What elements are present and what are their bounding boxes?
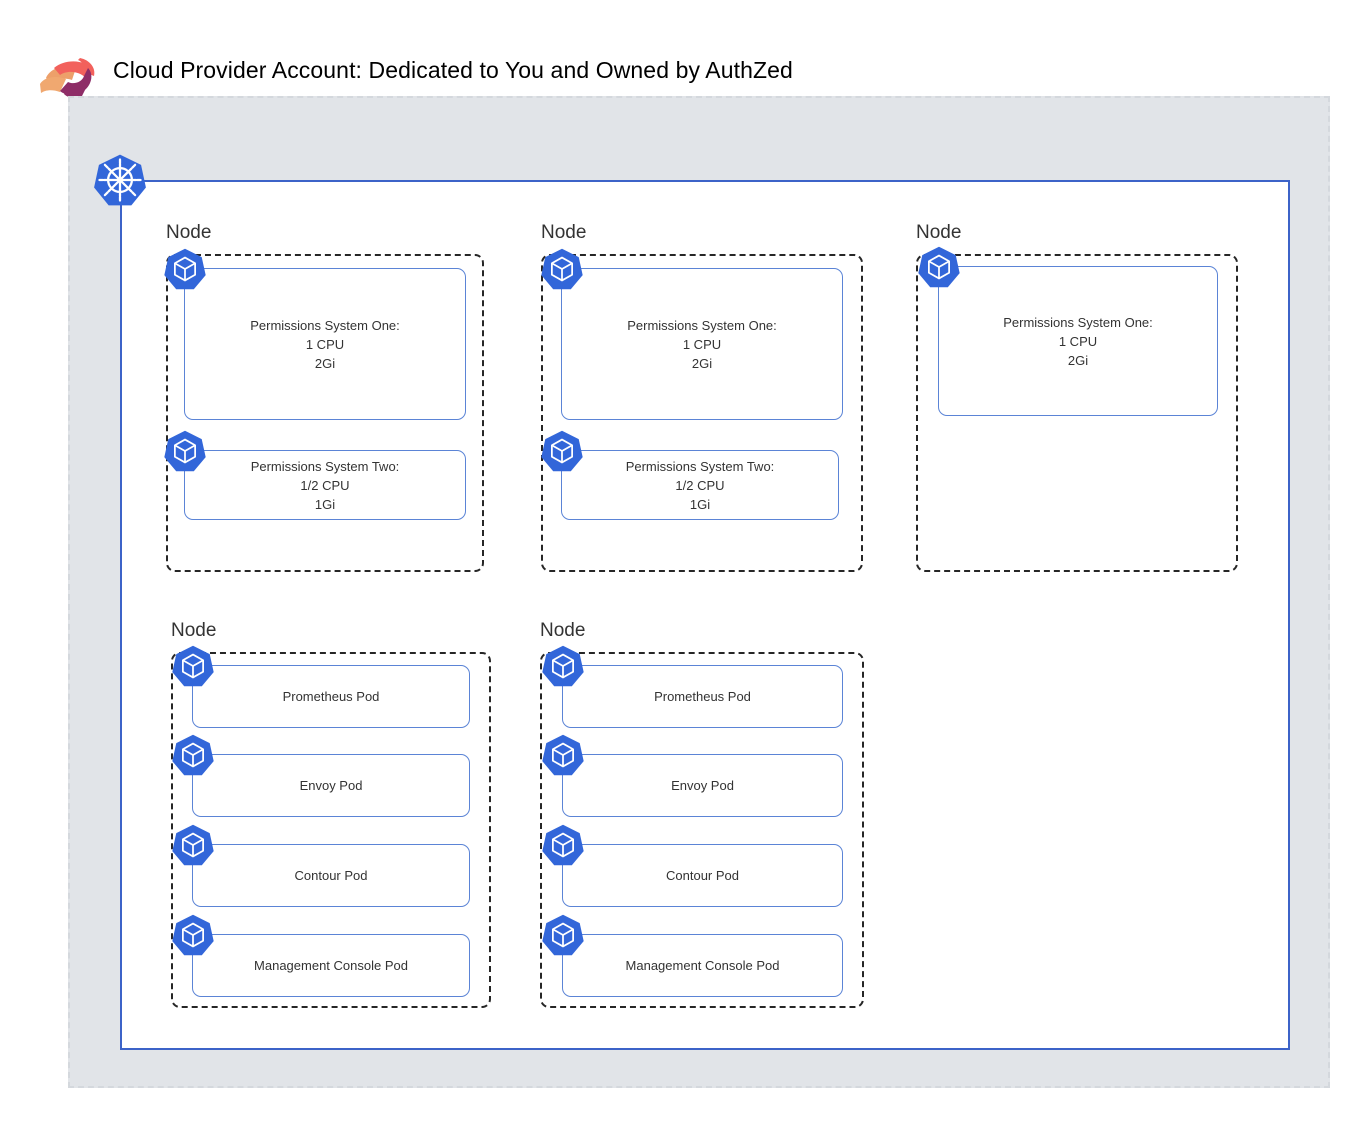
node-label: Node [540,620,586,641]
node-label: Node [171,620,217,641]
kubernetes-pod-icon [171,823,215,867]
authzed-logo-icon [36,50,100,102]
kubernetes-pod-icon [163,247,207,291]
kubernetes-pod-icon [917,245,961,289]
node-group-1: Node Permissions System One: 1 CPU 2Gi P… [164,222,484,572]
pod-label: Permissions System One: 1 CPU 2Gi [1003,314,1153,368]
node-group-2: Node Permissions System One: 1 CPU 2Gi P… [541,222,863,572]
pod-contour[interactable]: Contour Pod [542,824,843,907]
kubernetes-pod-icon [541,644,585,688]
pod-label: Management Console Pod [254,958,408,973]
kubernetes-pod-icon [540,247,584,291]
pod-prometheus[interactable]: Prometheus Pod [172,645,470,728]
node-label: Node [166,222,212,243]
kubernetes-pod-icon [171,733,215,777]
diagram-header: Cloud Provider Account: Dedicated to You… [0,0,1371,99]
pod-label: Permissions System One: 1 CPU 2Gi [627,317,777,371]
pod-label: Contour Pod [294,868,368,883]
page-title: Cloud Provider Account: Dedicated to You… [113,57,793,83]
pod-label: Management Console Pod [625,958,780,973]
pod-contour[interactable]: Contour Pod [172,824,470,907]
pod-envoy[interactable]: Envoy Pod [542,734,843,817]
kubernetes-icon [93,153,147,207]
pod-label: Permissions System One: 1 CPU 2Gi [250,317,400,371]
pod-management-console[interactable]: Management Console Pod [542,914,843,997]
kubernetes-pod-icon [541,733,585,777]
kubernetes-pod-icon [541,913,585,957]
pod-label: Envoy Pod [299,778,363,793]
node-label: Node [916,222,962,243]
pod-permissions-system-one[interactable]: Permissions System One: 1 CPU 2Gi [541,248,843,420]
pod-permissions-system-one[interactable]: Permissions System One: 1 CPU 2Gi [164,248,466,420]
node-group-5: Node Prometheus Pod Envoy Pod Contour Po… [540,620,864,1008]
pod-permissions-system-one[interactable]: Permissions System One: 1 CPU 2Gi [918,246,1218,416]
kubernetes-pod-icon [171,913,215,957]
pod-label: Envoy Pod [671,778,734,793]
kubernetes-pod-icon [171,644,215,688]
pod-prometheus[interactable]: Prometheus Pod [542,645,843,728]
kubernetes-pod-icon [541,823,585,867]
pod-envoy[interactable]: Envoy Pod [172,734,470,817]
kubernetes-pod-icon [540,429,584,473]
node-label: Node [541,222,587,243]
pod-label: Permissions System Two: 1/2 CPU 1Gi [625,458,775,512]
pod-label: Contour Pod [666,868,739,883]
node-group-3: Node Permissions System One: 1 CPU 2Gi [916,222,1238,572]
pod-management-console[interactable]: Management Console Pod [172,914,470,997]
kubernetes-pod-icon [163,429,207,473]
pod-label: Permissions System Two: 1/2 CPU 1Gi [250,458,400,512]
pod-permissions-system-two[interactable]: Permissions System Two: 1/2 CPU 1Gi [164,430,466,520]
pod-label: Prometheus Pod [282,689,380,704]
pod-label: Prometheus Pod [654,689,751,704]
pod-permissions-system-two[interactable]: Permissions System Two: 1/2 CPU 1Gi [541,430,839,520]
node-group-4: Node Prometheus Pod Envoy Pod Contour Po… [171,620,491,1008]
